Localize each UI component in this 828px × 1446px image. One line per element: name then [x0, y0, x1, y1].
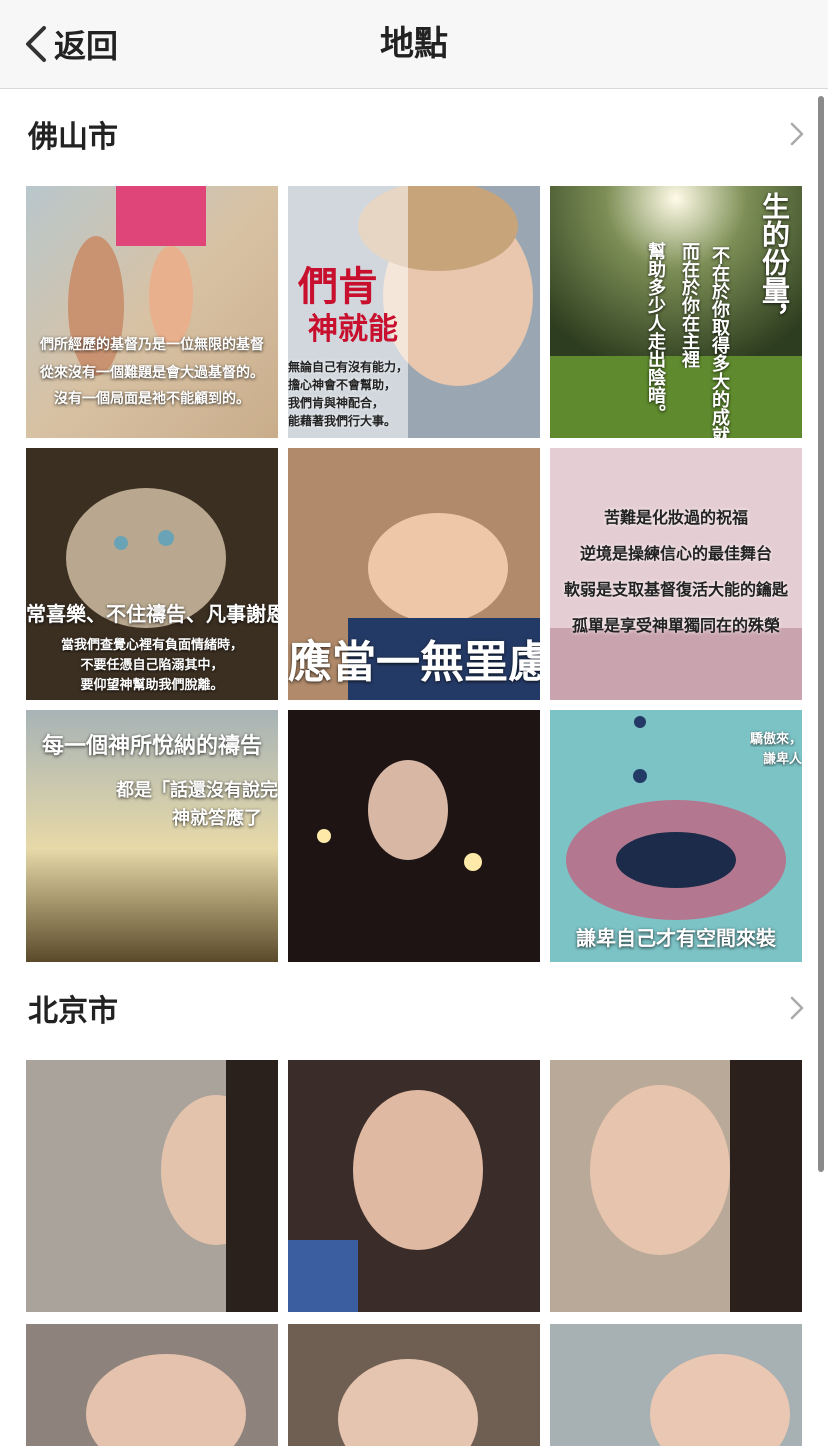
photo-tile[interactable]	[26, 1324, 278, 1446]
photo-caption: 應當一無罣慮	[288, 637, 540, 688]
section-title: 北京市	[28, 994, 118, 1029]
photo-caption: 都是「話還沒有說完	[116, 780, 278, 801]
photo-grid-beijing	[26, 1060, 802, 1312]
photo-tile[interactable]: 常喜樂、不住禱告、凡事謝恩 當我們查覺心裡有負面情緒時， 不要任憑自己陷溺其中，…	[26, 448, 278, 700]
photo-tile[interactable]: 們肯 神就能 無論自己有沒有能力， 擔心神會不會幫助， 我們肯與神配合， 能藉著…	[288, 186, 540, 438]
photo-caption: 謙卑人	[762, 752, 802, 767]
photo-caption: 逆境是操練信心的最佳舞台	[579, 544, 772, 563]
photo-caption: 擔心神會不會幫助，	[288, 378, 397, 392]
page-title: 地點	[380, 24, 448, 64]
photo-tile[interactable]	[26, 1060, 278, 1312]
photo-caption: 我們肯與神配合，	[288, 396, 385, 410]
photo-caption: 要仰望神幫助我們脫離。	[80, 678, 224, 693]
photo-caption: 幫助多少人走出陰暗。	[645, 242, 666, 422]
photo-caption: 神就能	[308, 312, 398, 347]
photo-tile[interactable]	[550, 1324, 802, 1446]
photo-tile[interactable]: 每一個神所悅納的禱告 都是「話還沒有說完 神就答應了	[26, 710, 278, 962]
photo-caption: 軟弱是支取基督復活大能的鑰匙	[563, 580, 788, 599]
section-title: 佛山市	[28, 120, 118, 155]
photo-caption: 無論自己有沒有能力，	[288, 360, 409, 374]
photo-image	[288, 710, 540, 962]
photo-image	[550, 1324, 802, 1446]
photo-grid-foshan: 們所經歷的基督乃是一位無限的基督 從來沒有一個難題是會大過基督的。 沒有一個局面…	[26, 186, 802, 962]
photo-image	[26, 1060, 278, 1312]
photo-tile[interactable]	[550, 1060, 802, 1312]
scrollbar[interactable]	[818, 96, 824, 1172]
photo-caption: 能藉著我們行大事。	[288, 414, 397, 428]
photo-caption: 常喜樂、不住禱告、凡事謝恩	[26, 602, 278, 626]
photo-tile[interactable]	[288, 1060, 540, 1312]
photo-image	[550, 448, 802, 700]
chevron-right-icon	[790, 122, 804, 146]
photo-tile[interactable]	[288, 710, 540, 962]
photo-tile[interactable]: 驕傲來， 謙卑人 謙卑自己才有空間來裝	[550, 710, 802, 962]
photo-caption: 不要任憑自己陷溺其中，	[80, 658, 224, 673]
photo-caption: 而在於你在主裡	[679, 242, 700, 368]
photo-caption: 苦難是化妝過的祝福	[603, 508, 748, 527]
photo-grid-beijing-row2	[26, 1324, 802, 1446]
photo-caption: 從來沒有一個難題是會大過基督的。	[40, 365, 264, 381]
section-header-beijing[interactable]: 北京市	[0, 974, 818, 1038]
photo-caption: 們所經歷的基督乃是一位無限的基督	[40, 337, 264, 353]
photo-image	[26, 1324, 278, 1446]
photo-caption: 生的份量，	[758, 192, 791, 332]
chevron-right-icon	[790, 996, 804, 1020]
nav-bar: 返回 地點	[0, 0, 828, 89]
photo-caption: 謙卑自己才有空間來裝	[576, 926, 776, 950]
photo-image	[550, 1060, 802, 1312]
photo-tile[interactable]: 生的份量， 不在於你取得多大的成就 而在於你在主裡 幫助多少人走出陰暗。	[550, 186, 802, 438]
photo-caption: 神就答應了	[172, 808, 262, 829]
photo-image	[288, 1060, 540, 1312]
photo-image	[288, 1324, 540, 1446]
photo-caption: 驕傲來，	[749, 732, 802, 747]
photo-caption: 不在於你取得多大的成就	[709, 246, 730, 438]
photo-caption: 當我們查覺心裡有負面情緒時，	[60, 638, 243, 653]
photo-caption: 孤單是享受神單獨同在的殊榮	[571, 616, 780, 635]
photo-caption: 每一個神所悅納的禱告	[41, 734, 262, 759]
photo-tile[interactable]	[288, 1324, 540, 1446]
photo-caption: 沒有一個局面是祂不能顧到的。	[54, 391, 250, 407]
photo-tile[interactable]: 應當一無罣慮	[288, 448, 540, 700]
photo-tile[interactable]: 們所經歷的基督乃是一位無限的基督 從來沒有一個難題是會大過基督的。 沒有一個局面…	[26, 186, 278, 438]
photo-tile[interactable]: 苦難是化妝過的祝福 逆境是操練信心的最佳舞台 軟弱是支取基督復活大能的鑰匙 孤單…	[550, 448, 802, 700]
section-header-foshan[interactable]: 佛山市	[0, 100, 818, 164]
